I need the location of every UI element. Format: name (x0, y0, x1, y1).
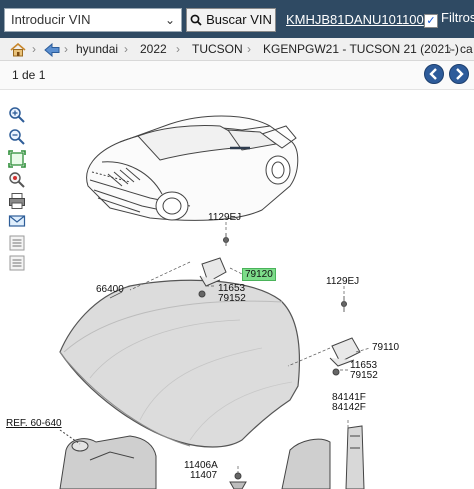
vin-link[interactable]: KMHJB81DANU101100 (286, 12, 424, 27)
breadcrumb-item-make[interactable]: hyundai (76, 38, 118, 60)
part-label-79120[interactable]: 79120 (242, 268, 276, 281)
part-label-1129ej[interactable]: 1129EJ (208, 212, 241, 223)
hood-panel-illustration (59, 279, 300, 448)
breadcrumb-item-model[interactable]: TUCSON (192, 38, 243, 60)
next-page-button[interactable] (449, 64, 469, 84)
breadcrumb-separator: › (32, 42, 36, 56)
fit-icon[interactable] (8, 150, 26, 168)
part-label-79152[interactable]: 79152 (218, 293, 246, 304)
zoom-out-icon[interactable] (8, 128, 26, 146)
list-icon[interactable] (8, 254, 26, 272)
pager: 1 de 1 (0, 61, 474, 90)
filters-toggle[interactable]: ✓ Filtros (424, 10, 474, 28)
back-arrow-icon[interactable] (44, 42, 60, 60)
reference-label[interactable]: REF. 60-640 (6, 418, 62, 429)
part-label-66400[interactable]: 66400 (96, 284, 124, 295)
part-label-79152[interactable]: 79152 (350, 370, 378, 381)
search-button-label: Buscar VIN (206, 12, 272, 27)
zoom-in-icon[interactable] (8, 106, 26, 124)
search-icon (190, 14, 202, 26)
top-bar: Introducir VIN ⌄ Buscar VIN KMHJB81DANU1… (0, 0, 474, 38)
part-label-11407[interactable]: 11407 (190, 470, 217, 481)
print-icon[interactable] (8, 192, 26, 210)
breadcrumb-separator: › (247, 42, 251, 56)
breadcrumb-separator: › (64, 42, 68, 56)
previous-page-button[interactable] (424, 64, 444, 84)
filters-label: Filtros (441, 10, 474, 25)
list-icon[interactable] (8, 234, 26, 252)
breadcrumb-separator: › (176, 42, 180, 56)
locate-icon[interactable] (8, 171, 26, 189)
arrow-left-icon (429, 68, 437, 80)
part-label-79110[interactable]: 79110 (372, 342, 399, 353)
home-icon[interactable] (10, 42, 26, 60)
search-vin-button[interactable]: Buscar VIN (186, 8, 276, 32)
vin-select-value: Introducir VIN (11, 12, 91, 27)
page-indicator: 1 de 1 (12, 68, 46, 82)
part-label-84142f[interactable]: 84142F (332, 402, 366, 413)
hood-latch-illustration (229, 425, 365, 489)
parts-diagram[interactable]: 1129EJ 79120 66400 11653 79152 1129EJ 79… (6, 90, 474, 489)
breadcrumb: › › hyundai › 2022 › TUCSON › KGENPGW21 … (0, 38, 474, 61)
breadcrumb-separator: › (124, 42, 128, 56)
breadcrumb-separator: › (448, 42, 452, 56)
vin-select[interactable]: Introducir VIN ⌄ (4, 8, 182, 32)
part-label-1129ej[interactable]: 1129EJ (326, 276, 359, 287)
washer-reservoir-illustration (59, 429, 157, 489)
breadcrumb-item-variant[interactable]: KGENPGW21 - TUCSON 21 (2021-) (263, 38, 459, 60)
vehicle-illustration (86, 115, 299, 221)
breadcrumb-item-year[interactable]: 2022 (140, 38, 167, 60)
chevron-down-icon: ⌄ (164, 13, 175, 27)
email-icon[interactable] (8, 212, 26, 230)
checkbox-checked-icon[interactable]: ✓ (424, 14, 438, 28)
arrow-right-icon (456, 68, 464, 80)
breadcrumb-item-category[interactable]: ca (460, 38, 473, 60)
